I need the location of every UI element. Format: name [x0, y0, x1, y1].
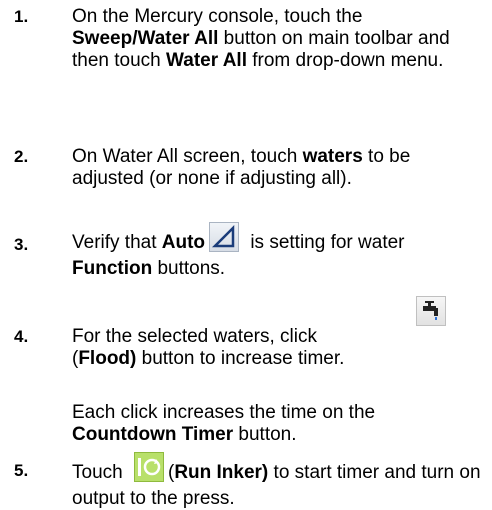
- step-text-segment: Each click increases the time on the: [72, 402, 376, 423]
- auto-triangle-icon: [209, 222, 240, 252]
- step-number: 2.: [14, 147, 29, 166]
- countdown-timer-label: Countdown Timer: [72, 424, 234, 445]
- step-text-segment: button.: [233, 424, 297, 445]
- step-text-segment: buttons.: [152, 258, 226, 279]
- step-text: Each click increases the time on the Cou…: [72, 402, 482, 446]
- step-text-segment: from drop-down menu.: [246, 50, 444, 71]
- run-inker-cycle-icon: [133, 452, 164, 482]
- step-text: Touch (Run Inker) to start timer and tur…: [72, 452, 482, 510]
- step-text: On the Mercury console, touch the Sweep/…: [72, 6, 482, 72]
- step-text: On Water All screen, touch waters to be …: [72, 146, 482, 190]
- step-number: 3.: [14, 235, 29, 254]
- faucet-flood-icon: [416, 296, 446, 326]
- step-number: 1.: [14, 7, 29, 26]
- step-text-segment: On Water All screen, touch: [72, 146, 303, 167]
- function-label: Function: [72, 258, 153, 279]
- waters-label: waters: [302, 146, 363, 167]
- auto-label: Auto: [161, 232, 206, 254]
- step-text-segment: button to increase timer.: [136, 348, 345, 369]
- step-text: For the selected waters, click (Flood) bu…: [72, 296, 482, 370]
- sweep-water-all-label: Sweep/Water All: [72, 28, 219, 49]
- step-number: 5.: [14, 461, 29, 480]
- step-number: 4.: [14, 327, 29, 346]
- step-text-segment: is setting for water: [245, 232, 405, 254]
- step-text-segment: Verify that: [72, 232, 162, 254]
- step-text: Verify that Auto is setting for water Fu…: [72, 222, 482, 280]
- flood-label: Flood): [78, 348, 137, 369]
- water-all-label: Water All: [166, 50, 247, 71]
- run-inker-label: Run Inker): [174, 462, 269, 484]
- step-text-segment: For the selected waters, click: [72, 326, 317, 347]
- step-text-segment: Touch: [72, 462, 128, 484]
- step-text-segment: On the Mercury console, touch the: [72, 6, 363, 27]
- flood-button-icon-wrap: [416, 296, 446, 326]
